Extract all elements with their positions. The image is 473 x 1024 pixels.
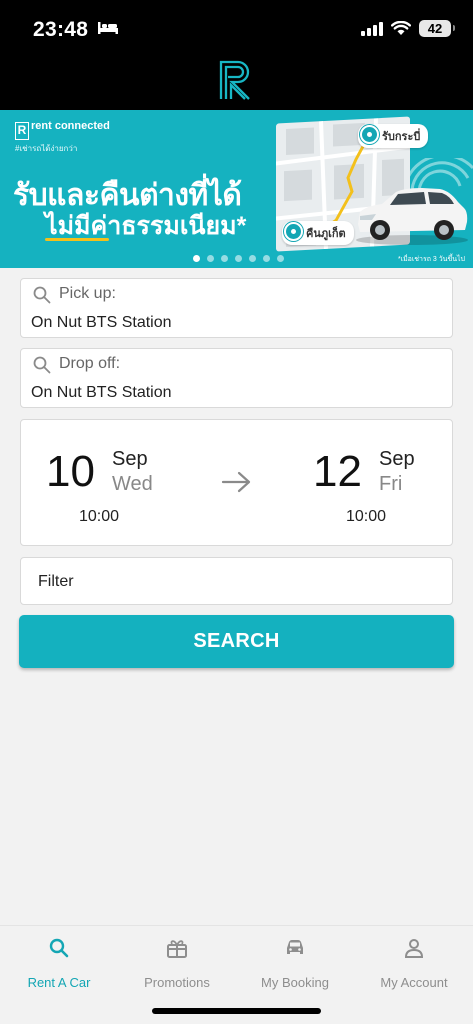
tab-my-booking[interactable]: My Booking	[236, 936, 354, 990]
home-indicator[interactable]	[152, 1008, 321, 1014]
pickup-location-field[interactable]: Pick up: On Nut BTS Station	[20, 278, 453, 338]
banner-footnote: *เมื่อเช่ารถ 3 วันขึ้นไป	[397, 256, 465, 263]
carousel-dot[interactable]	[193, 255, 200, 262]
headline-underline	[45, 238, 109, 241]
end-time[interactable]: 10:00	[346, 508, 386, 526]
return-pin-label: คืนภูเก็ต	[282, 221, 354, 245]
tab-my-account[interactable]: My Account	[355, 936, 473, 990]
car-icon	[287, 940, 303, 954]
status-bar: 23:48 42	[0, 0, 473, 50]
tab-label: My Booking	[261, 975, 329, 990]
pickup-value[interactable]: On Nut BTS Station	[31, 314, 172, 332]
gift-icon	[167, 940, 187, 958]
start-time[interactable]: 10:00	[79, 508, 119, 526]
search-button[interactable]: SEARCH	[19, 615, 454, 668]
pickup-label: Pick up:	[59, 285, 116, 302]
search-icon	[49, 938, 69, 958]
start-weekday: Wed	[112, 473, 153, 495]
tab-label: Rent A Car	[27, 975, 91, 990]
start-day: 10	[46, 447, 95, 496]
end-day: 12	[313, 447, 362, 496]
cellular-signal-icon	[361, 21, 383, 36]
app-logo-icon	[219, 60, 250, 100]
location-pin-icon	[360, 125, 379, 144]
carousel-dot[interactable]	[207, 255, 214, 262]
brand-mark: R	[15, 122, 29, 140]
carousel-dot[interactable]	[277, 255, 284, 262]
bed-icon	[98, 22, 118, 34]
status-time: 23:48	[33, 18, 89, 41]
carousel-dots[interactable]	[193, 255, 284, 262]
brand-tagline: #เช่ารถได้ง่ายกว่า	[15, 144, 78, 153]
brand-name: rent connected	[31, 120, 110, 132]
dropoff-location-field[interactable]: Drop off: On Nut BTS Station	[20, 348, 453, 408]
date-range-picker[interactable]: 10 Sep Wed 10:00 12 Sep Fri 10:00	[20, 419, 453, 546]
tab-label: My Account	[380, 975, 448, 990]
end-month: Sep	[379, 448, 415, 470]
car-image	[356, 188, 468, 245]
battery-indicator: 42	[419, 20, 455, 37]
search-icon	[33, 356, 51, 374]
carousel-dot[interactable]	[249, 255, 256, 262]
carousel-dot[interactable]	[263, 255, 270, 262]
wifi-icon	[391, 21, 411, 35]
dropoff-label: Drop off:	[59, 355, 121, 372]
carousel-dot[interactable]	[221, 255, 228, 262]
end-weekday: Fri	[379, 473, 403, 495]
tab-rent-a-car[interactable]: Rent A Car	[0, 936, 118, 990]
arrow-right-icon	[221, 471, 251, 493]
tab-label: Promotions	[144, 975, 210, 990]
pickup-pin-label: รับกระบี่	[358, 124, 429, 148]
user-icon	[404, 939, 424, 958]
carousel-dot[interactable]	[235, 255, 242, 262]
app-header	[0, 50, 473, 110]
tab-promotions[interactable]: Promotions	[118, 936, 236, 990]
filter-field[interactable]: Filter	[20, 557, 453, 605]
start-month: Sep	[112, 448, 148, 470]
battery-level: 42	[427, 21, 443, 36]
promo-banner[interactable]: R rent connected #เช่ารถได้ง่ายกว่า รับแ…	[0, 110, 473, 268]
location-pin-icon	[284, 222, 303, 241]
status-indicators: 42	[361, 20, 455, 37]
filter-label: Filter	[38, 573, 74, 590]
search-icon	[33, 286, 51, 304]
dropoff-value[interactable]: On Nut BTS Station	[31, 384, 172, 402]
